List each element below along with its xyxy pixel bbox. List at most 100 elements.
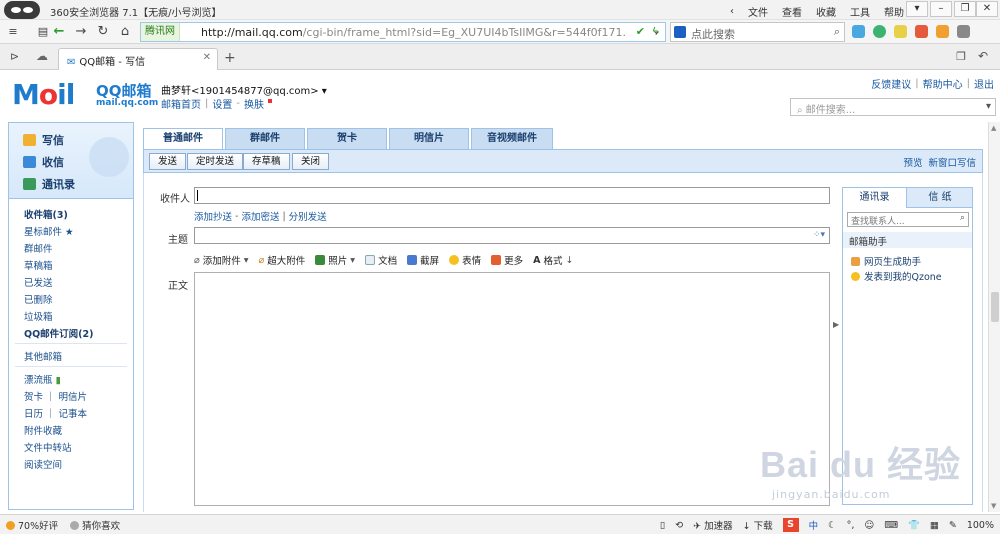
more-tool[interactable]: 更多	[491, 253, 523, 267]
zoom-level[interactable]: 100%	[967, 520, 994, 531]
screenshot-tool[interactable]: 截屏	[407, 253, 439, 267]
reading-space-link[interactable]: 阅读空间	[24, 457, 62, 471]
new-window-compose-link[interactable]: 新窗口写信	[928, 155, 976, 169]
document-tool[interactable]: 文档	[365, 253, 397, 267]
folder-sent[interactable]: 已发送	[24, 275, 53, 289]
subject-emoji-icon[interactable]: ⁘▾	[813, 230, 825, 240]
browser-search-box[interactable]: 点此搜索 ⌕	[670, 22, 845, 42]
folder-spam[interactable]: 垃圾箱	[24, 309, 53, 323]
webpage-helper-link[interactable]: 网页生成助手	[851, 254, 921, 268]
scroll-up-icon[interactable]: ▲	[991, 124, 996, 132]
url-dropdown-icon[interactable]: ⌄	[652, 24, 661, 37]
security-guard-icon[interactable]	[873, 25, 886, 38]
sogou-ime-icon[interactable]: S	[782, 518, 799, 532]
large-attachment-tool[interactable]: ⌀ 超大附件	[259, 253, 306, 268]
folder-starred[interactable]: 星标邮件 ★	[24, 224, 74, 238]
more-extensions-icon[interactable]	[957, 25, 970, 38]
translate-icon[interactable]	[894, 25, 907, 38]
attachment-favorites-link[interactable]: 附件收藏	[24, 423, 62, 437]
folder-deleted[interactable]: 已删除	[24, 292, 53, 306]
ab-extension-icon[interactable]	[915, 25, 928, 38]
qqmail-logo[interactable]: Moil	[12, 78, 75, 111]
tab-list-icon[interactable]: ⊳	[10, 50, 19, 63]
file-transfer-link[interactable]: 文件中转站	[24, 440, 72, 454]
emoji-tool[interactable]: 表情	[449, 253, 481, 267]
refresh-icon[interactable]: ↻	[94, 23, 112, 41]
tab-postcard[interactable]: 明信片	[389, 128, 469, 150]
home-icon[interactable]: ⌂	[116, 23, 134, 41]
tab-stationery[interactable]: 信 纸	[908, 188, 972, 208]
restore-button[interactable]: ❐	[954, 1, 976, 17]
subject-input[interactable]: ⁘▾	[194, 227, 830, 244]
apps-grid-icon[interactable]	[852, 25, 865, 38]
security-shield-icon[interactable]: ✔	[636, 25, 645, 38]
separate-send-link[interactable]: 分别发送	[289, 209, 327, 223]
tab-greeting-card[interactable]: 贺卡	[307, 128, 387, 150]
collapse-panel-icon[interactable]: ▶	[833, 320, 839, 329]
wrench-icon[interactable]: ✎	[949, 520, 957, 531]
shirt-skin-icon[interactable]: 👕	[908, 520, 920, 531]
feedback-link[interactable]: 反馈建议	[871, 76, 911, 91]
contact-search-input[interactable]: 查找联系人... ⌕	[847, 212, 969, 227]
back-arrow-icon[interactable]: ←	[50, 23, 68, 41]
keyboard-icon[interactable]: ⌨	[884, 520, 898, 531]
format-tool[interactable]: A 格式 ↓	[533, 253, 573, 268]
save-draft-button[interactable]: 存草稿	[243, 153, 290, 170]
mail-search-dropdown-icon[interactable]: ▾	[986, 101, 991, 112]
drift-bottle-link[interactable]: 漂流瓶 ▮	[24, 372, 61, 386]
folder-group-mail[interactable]: 群邮件	[24, 241, 53, 255]
url-text[interactable]: http://mail.qq.com/cgi-bin/frame_html?si…	[201, 26, 626, 39]
search-icon[interactable]: ⌕	[834, 25, 840, 39]
tab-group-mail[interactable]: 群邮件	[225, 128, 305, 150]
phone-icon[interactable]: ▯	[660, 520, 665, 531]
settings-link[interactable]: 设置	[212, 96, 232, 111]
mail-search-input[interactable]: ⌕ 邮件搜索... ▾	[790, 98, 996, 116]
close-compose-button[interactable]: 关闭	[292, 153, 330, 170]
tab-contacts[interactable]: 通讯录	[843, 188, 907, 208]
url-bar[interactable]: 腾讯网 http://mail.qq.com/cgi-bin/frame_htm…	[140, 22, 666, 42]
folder-subscriptions[interactable]: QQ邮件订阅(2)	[24, 326, 93, 340]
menu-item-help[interactable]: 帮助	[884, 4, 904, 19]
folder-inbox[interactable]: 收件箱(3)	[24, 207, 68, 221]
qzone-post-link[interactable]: 发表到我的Qzone	[851, 269, 942, 283]
skin-icon[interactable]: ▾	[906, 1, 928, 17]
add-bcc-link[interactable]: 添加密送	[241, 209, 279, 223]
change-skin-link[interactable]: 换肤	[244, 96, 264, 111]
cloud-icon[interactable]: ☁	[36, 49, 48, 63]
tab-close-icon[interactable]: ✕	[203, 52, 211, 63]
compose-button[interactable]: 写信	[23, 132, 64, 148]
sync-icon[interactable]: ⟲	[675, 520, 683, 531]
download-button[interactable]: ↓ 下载	[743, 518, 773, 532]
calendar-notes-link[interactable]: 日历 ｜ 记事本	[24, 406, 87, 420]
punctuation-icon[interactable]: °,	[847, 520, 855, 531]
guess-like-link[interactable]: 猜你喜欢	[70, 518, 120, 532]
moon-icon[interactable]: ☾	[828, 520, 837, 531]
tab-av-mail[interactable]: 音视频邮件	[471, 128, 553, 150]
folder-drafts[interactable]: 草稿箱	[24, 258, 53, 272]
window-stack-icon[interactable]: ❐	[956, 50, 966, 63]
contacts-button[interactable]: 通讯录	[23, 176, 75, 192]
new-tab-button[interactable]: +	[224, 50, 236, 66]
add-cc-link[interactable]: 添加抄送	[194, 209, 232, 223]
tab-qqmail-compose[interactable]: ✉ QQ邮箱 - 写信 ✕	[58, 48, 218, 70]
close-window-button[interactable]: ✕	[976, 1, 998, 17]
user-account[interactable]: 曲梦轩<1901454877@qq.com> ▾	[161, 82, 327, 97]
scheduled-send-button[interactable]: 定时发送	[187, 153, 244, 170]
mail-home-link[interactable]: 邮箱首页	[161, 96, 201, 111]
grid-icon[interactable]: ▦	[930, 520, 939, 531]
tab-normal-mail[interactable]: 普通邮件	[143, 128, 223, 150]
sidebar-toggle-icon[interactable]: ▤	[34, 23, 52, 41]
forward-arrow-icon[interactable]: →	[72, 23, 90, 41]
accelerator-button[interactable]: ✈ 加速器	[693, 518, 733, 532]
help-center-link[interactable]: 帮助中心	[923, 76, 963, 91]
menu-item-tools[interactable]: 工具	[850, 4, 870, 19]
logout-link[interactable]: 退出	[974, 76, 994, 91]
body-editor[interactable]	[194, 272, 830, 506]
send-button[interactable]: 发送	[149, 153, 187, 170]
contact-search-icon[interactable]: ⌕	[960, 213, 965, 223]
menu-item-file[interactable]: 文件	[748, 4, 768, 19]
hamburger-icon[interactable]: ≡	[4, 23, 22, 41]
emoji-ime-icon[interactable]: ☺	[864, 520, 874, 531]
receive-button[interactable]: 收信	[23, 154, 64, 170]
add-attachment-tool[interactable]: ⌀ 添加附件 ▾	[194, 253, 249, 268]
